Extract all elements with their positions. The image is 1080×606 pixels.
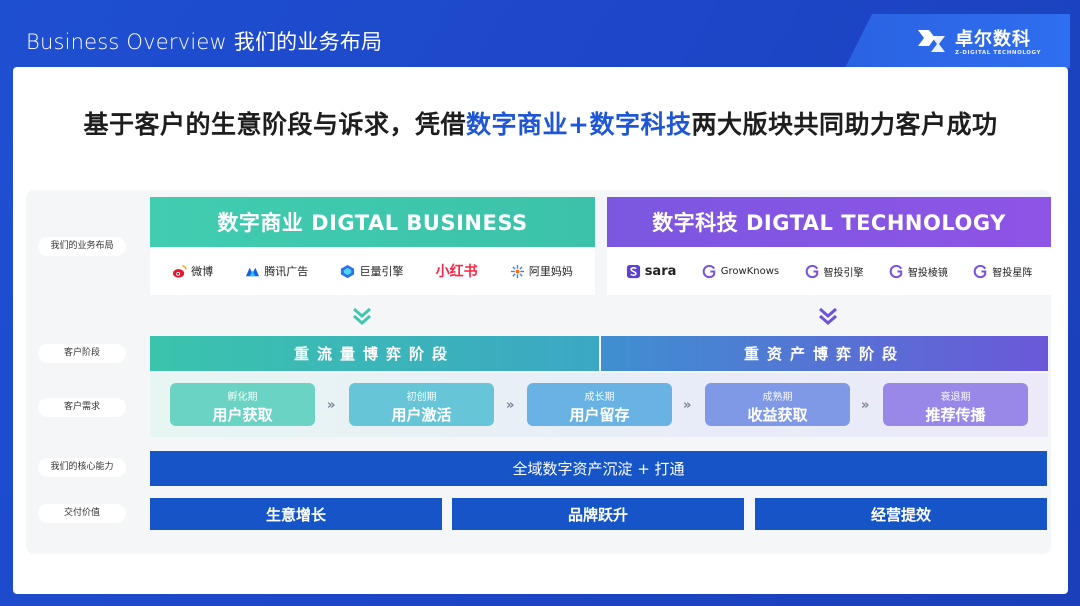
product-zhitou-engine-label: 智投引擎 <box>823 267 864 279</box>
chevron-down-icon <box>819 307 837 325</box>
chevron-down-icon <box>353 307 371 325</box>
stage-traffic: 重流量博弈阶段 <box>150 336 599 371</box>
row-label-needs: 客户需求 <box>38 398 126 417</box>
partner-alimama-label: 阿里妈妈 <box>528 265 573 278</box>
need-card-startup: 初创期 用户激活 <box>349 383 494 426</box>
need-phase: 成长期 <box>584 392 615 403</box>
row-label-stage: 客户阶段 <box>38 344 126 363</box>
weibo-icon <box>173 264 187 278</box>
headline-post: 两大版块共同助力客户成功 <box>691 110 998 139</box>
need-phase: 孵化期 <box>227 392 258 403</box>
digital-technology-header: 数字科技 DIGTAL TECHNOLOGY <box>607 197 1051 247</box>
ocean-engine-icon <box>341 264 355 278</box>
chevron-right-icon: » <box>683 398 692 413</box>
product-growknows: GrowKnows <box>702 264 779 279</box>
product-zhitou-star: 智投星阵 <box>973 264 1032 279</box>
headline-pre: 基于客户的生意阶段与诉求，凭借 <box>83 110 467 139</box>
partner-ocean-engine-label: 巨量引擎 <box>359 265 404 278</box>
tencent-ads-icon <box>246 267 260 276</box>
need-label: 用户激活 <box>391 406 452 424</box>
product-zhitou-engine: 智投引擎 <box>805 264 864 279</box>
zhitou-engine-icon <box>805 264 818 278</box>
value-growth: 生意增长 <box>150 498 442 530</box>
chevron-right-icon: » <box>861 398 870 413</box>
need-label: 推荐传播 <box>925 406 986 424</box>
page-header-title: Business Overview 我们的业务布局 <box>26 30 383 54</box>
product-sara: sara <box>626 263 677 279</box>
alimama-icon <box>510 264 524 278</box>
brand-name: 卓尔数科 <box>955 29 1031 50</box>
brand-tagline: Z-DIGITAL TECHNOLOGY <box>955 50 1042 56</box>
value-efficiency: 经营提效 <box>755 498 1047 530</box>
technology-product-logos: sara GrowKnows 智投引擎 智投棱镜 智投星阵 <box>607 247 1051 295</box>
core-capability-bar: 全域数字资产沉淀 + 打通 <box>150 451 1047 486</box>
product-zhitou-prism: 智投棱镜 <box>889 264 948 279</box>
content-panel: 基于客户的生意阶段与诉求，凭借数字商业+数字科技两大版块共同助力客户成功 我们的… <box>13 67 1068 594</box>
need-phase: 成熟期 <box>762 392 793 403</box>
partner-xiaohongshu: 小红书 <box>436 261 478 281</box>
product-sara-label: sara <box>644 263 677 279</box>
zhitou-prism-icon <box>889 264 903 278</box>
brand-logo: 卓尔数科 Z-DIGITAL TECHNOLOGY <box>845 14 1070 68</box>
product-zhitou-prism-label: 智投棱镜 <box>907 267 948 279</box>
sara-icon <box>626 264 640 278</box>
partner-xiaohongshu-label: 小红书 <box>435 264 478 280</box>
partner-tencent-ads: 腾讯广告 <box>245 263 308 279</box>
page-headline: 基于客户的生意阶段与诉求，凭借数字商业+数字科技两大版块共同助力客户成功 <box>13 105 1068 141</box>
headline-highlight: 数字商业+数字科技 <box>466 110 692 139</box>
row-label-layout: 我们的业务布局 <box>38 237 126 256</box>
business-board: 我们的业务布局 客户阶段 客户需求 我们的核心能力 交付价值 数字商业 DIGT… <box>26 190 1051 554</box>
row-label-value: 交付价值 <box>38 504 126 523</box>
need-label: 收益获取 <box>747 406 808 424</box>
business-partner-logos: 微博 腾讯广告 巨量引擎 小红书 阿里妈妈 <box>150 247 595 295</box>
growknows-icon <box>702 264 715 278</box>
need-card-decline: 衰退期 推荐传播 <box>883 383 1028 426</box>
stage-asset: 重资产博弈阶段 <box>601 336 1048 371</box>
partner-weibo: 微博 <box>172 263 213 279</box>
need-card-incubation: 孵化期 用户获取 <box>170 383 315 426</box>
need-phase: 初创期 <box>406 392 437 403</box>
partner-ocean-engine: 巨量引擎 <box>340 263 403 279</box>
chevron-right-icon: » <box>506 398 515 413</box>
need-card-growth: 成长期 用户留存 <box>527 383 672 426</box>
need-card-mature: 成熟期 收益获取 <box>705 383 850 426</box>
need-phase: 衰退期 <box>940 392 971 403</box>
product-zhitou-star-label: 智投星阵 <box>992 267 1033 279</box>
partner-alimama: 阿里妈妈 <box>510 263 573 279</box>
row-label-core: 我们的核心能力 <box>38 458 126 477</box>
partner-tencent-ads-label: 腾讯广告 <box>264 265 309 278</box>
brand-mark-icon <box>918 30 945 52</box>
product-growknows-label: GrowKnows <box>720 265 780 277</box>
chevron-right-icon: » <box>327 398 336 413</box>
digital-business-header: 数字商业 DIGTAL BUSINESS <box>150 197 595 247</box>
partner-weibo-label: 微博 <box>191 265 214 278</box>
zhitou-star-icon <box>974 264 987 278</box>
customer-needs-row: 孵化期 用户获取 » 初创期 用户激活 » 成长期 用户留存 » 成熟期 收益获… <box>150 373 1048 437</box>
need-label: 用户留存 <box>569 406 630 424</box>
value-brand: 品牌跃升 <box>452 498 744 530</box>
need-label: 用户获取 <box>212 406 273 424</box>
